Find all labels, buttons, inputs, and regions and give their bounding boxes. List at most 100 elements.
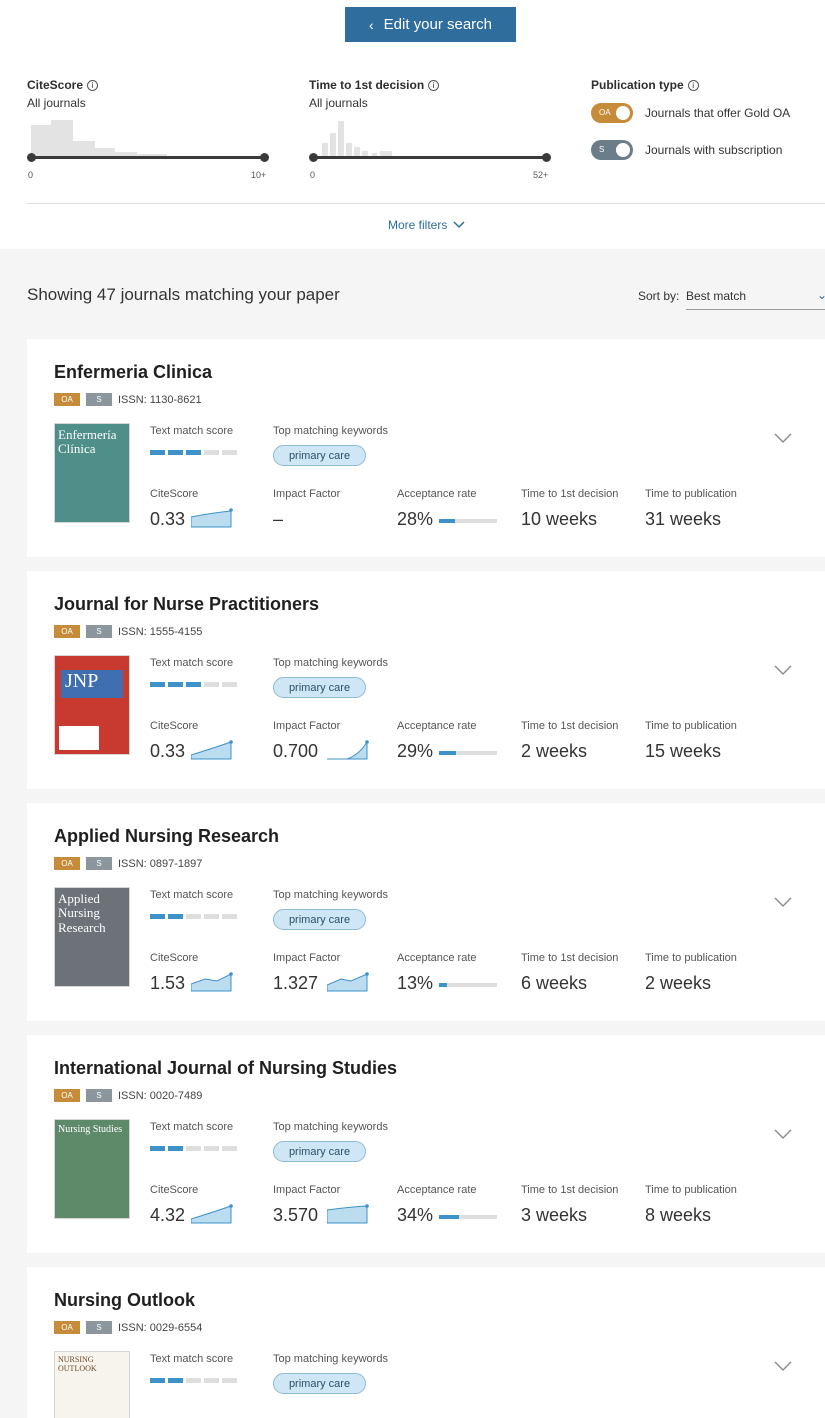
decision-histogram xyxy=(314,120,546,157)
score-segment xyxy=(168,1378,183,1383)
text-match-score xyxy=(150,450,237,455)
acceptance-bar xyxy=(439,519,497,523)
gold-oa-toggle[interactable]: OA xyxy=(591,103,633,123)
text-match-score xyxy=(150,1378,237,1383)
decision-filter-title: Time to 1st decision xyxy=(309,78,425,92)
info-icon[interactable]: i xyxy=(87,79,99,91)
keyword-chip[interactable]: primary care xyxy=(273,677,366,698)
decision-value: 6 weeks xyxy=(521,973,588,993)
acceptance-value: 28% xyxy=(397,509,434,529)
cover-text: JNP xyxy=(65,670,99,692)
acceptance-bar xyxy=(439,983,497,987)
results-count: Showing 47 journals matching your paper xyxy=(27,285,340,304)
journal-title[interactable]: International Journal of Nursing Studies xyxy=(54,1058,397,1079)
chevron-down-icon[interactable] xyxy=(773,1127,793,1141)
citescore-slider-max-handle[interactable] xyxy=(260,153,269,162)
score-segment xyxy=(186,1146,201,1151)
edit-search-button[interactable]: ‹ Edit your search xyxy=(345,7,516,42)
journal-card[interactable]: Applied Nursing Research OA S ISSN: 0897… xyxy=(27,803,825,1021)
score-segment xyxy=(150,682,165,687)
publication-value: 31 weeks xyxy=(645,509,722,529)
acceptance-value: 29% xyxy=(397,741,434,761)
keywords-label: Top matching keywords xyxy=(273,425,388,437)
impact-value: – xyxy=(273,509,284,529)
keyword-chip[interactable]: primary care xyxy=(273,445,366,466)
filter-panel: ‹ Edit your search CiteScore i All journ… xyxy=(0,0,825,249)
decision-max-label: 52+ xyxy=(533,170,549,180)
decision-label: Time to 1st decision xyxy=(521,1184,619,1196)
journal-title[interactable]: Applied Nursing Research xyxy=(54,826,279,847)
score-segment xyxy=(168,450,183,455)
decision-filter: Time to 1st decision i All journals xyxy=(309,78,440,110)
impact-label: Impact Factor xyxy=(273,952,341,964)
s-badge-label: S xyxy=(599,145,605,154)
score-segment xyxy=(150,1378,165,1383)
keyword-chip[interactable]: primary care xyxy=(273,1141,366,1162)
edit-search-label: Edit your search xyxy=(383,16,493,33)
oa-badge-label: OA xyxy=(599,108,611,117)
journal-card[interactable]: International Journal of Nursing Studies… xyxy=(27,1035,825,1253)
impact-value: 0.700 xyxy=(273,741,319,761)
journal-cover: Enfermería Clínica xyxy=(54,423,130,523)
impact-label: Impact Factor xyxy=(273,488,341,500)
chevron-down-icon: ⌄ xyxy=(816,288,825,302)
citescore-slider[interactable] xyxy=(31,156,265,159)
pubtype-filter: Publication type i xyxy=(591,78,699,92)
acceptance-bar-fill xyxy=(439,751,456,755)
citescore-value: 1.53 xyxy=(150,973,186,993)
sort-select[interactable]: Best match ⌄ xyxy=(686,286,825,310)
cover-text: Applied Nursing Research xyxy=(58,891,106,935)
decision-label: Time to 1st decision xyxy=(521,488,619,500)
issn: ISSN: 1555-4155 xyxy=(118,625,203,638)
acceptance-label: Acceptance rate xyxy=(397,1184,477,1196)
journal-badges: OA S ISSN: 1130-8621 xyxy=(54,393,202,406)
chevron-down-icon[interactable] xyxy=(773,431,793,445)
subscription-toggle[interactable]: S xyxy=(591,140,633,160)
text-match-label: Text match score xyxy=(150,1353,234,1365)
keywords-label: Top matching keywords xyxy=(273,889,388,901)
keyword-chip[interactable]: primary care xyxy=(273,909,366,930)
more-filters-button[interactable]: More filters xyxy=(388,218,465,232)
chevron-down-icon[interactable] xyxy=(773,895,793,909)
gold-oa-label: Journals that offer Gold OA xyxy=(645,106,791,120)
info-icon[interactable]: i xyxy=(687,79,699,91)
score-segment xyxy=(204,914,219,919)
journal-cover: NURSING OUTLOOK.card:nth-child(5) [data-… xyxy=(54,1351,130,1418)
chevron-left-icon: ‹ xyxy=(368,16,374,33)
chevron-down-icon[interactable] xyxy=(773,1359,793,1373)
decision-slider-max-handle[interactable] xyxy=(542,153,551,162)
decision-min-label: 0 xyxy=(310,170,316,180)
pubtype-filter-title: Publication type xyxy=(591,78,684,92)
issn: ISSN: 0897-1897 xyxy=(118,857,203,870)
decision-filter-sub: All journals xyxy=(309,96,368,110)
keyword-chip[interactable]: primary care xyxy=(273,1373,366,1394)
score-segment xyxy=(204,450,219,455)
citescore-slider-min-handle[interactable] xyxy=(27,153,36,162)
journal-title[interactable]: Nursing Outlook xyxy=(54,1290,195,1311)
journal-card[interactable]: Journal for Nurse Practitioners OA S ISS… xyxy=(27,571,825,789)
journal-badges: OA S ISSN: 1555-4155 xyxy=(54,625,202,638)
impact-value: 3.570 xyxy=(273,1205,319,1225)
journal-card[interactable]: Nursing Outlook OA S ISSN: 0029-6554 NUR… xyxy=(27,1267,825,1418)
journal-cover: Nursing Studies xyxy=(54,1119,130,1219)
publication-value: 8 weeks xyxy=(645,1205,712,1225)
score-segment xyxy=(168,1146,183,1151)
oa-badge: OA xyxy=(54,1089,80,1102)
decision-label: Time to 1st decision xyxy=(521,720,619,732)
citescore-label: CiteScore xyxy=(150,488,199,500)
score-segment xyxy=(222,914,237,919)
citescore-filter: CiteScore i All journals xyxy=(27,78,99,110)
citescore-sparkline xyxy=(191,1204,233,1224)
journal-title[interactable]: Journal for Nurse Practitioners xyxy=(54,594,319,615)
oa-badge: OA xyxy=(54,625,80,638)
journal-title[interactable]: Enfermeria Clinica xyxy=(54,362,212,383)
decision-slider-min-handle[interactable] xyxy=(309,153,318,162)
decision-slider[interactable] xyxy=(314,156,546,159)
chevron-down-icon[interactable] xyxy=(773,663,793,677)
info-icon[interactable]: i xyxy=(428,79,440,91)
citescore-value: 0.33 xyxy=(150,741,186,761)
journal-card[interactable]: Enfermeria Clinica OA S ISSN: 1130-8621 … xyxy=(27,339,825,557)
cover-text: NURSING OUTLOOK xyxy=(58,1355,97,1373)
acceptance-bar xyxy=(439,751,497,755)
score-segment xyxy=(186,682,201,687)
